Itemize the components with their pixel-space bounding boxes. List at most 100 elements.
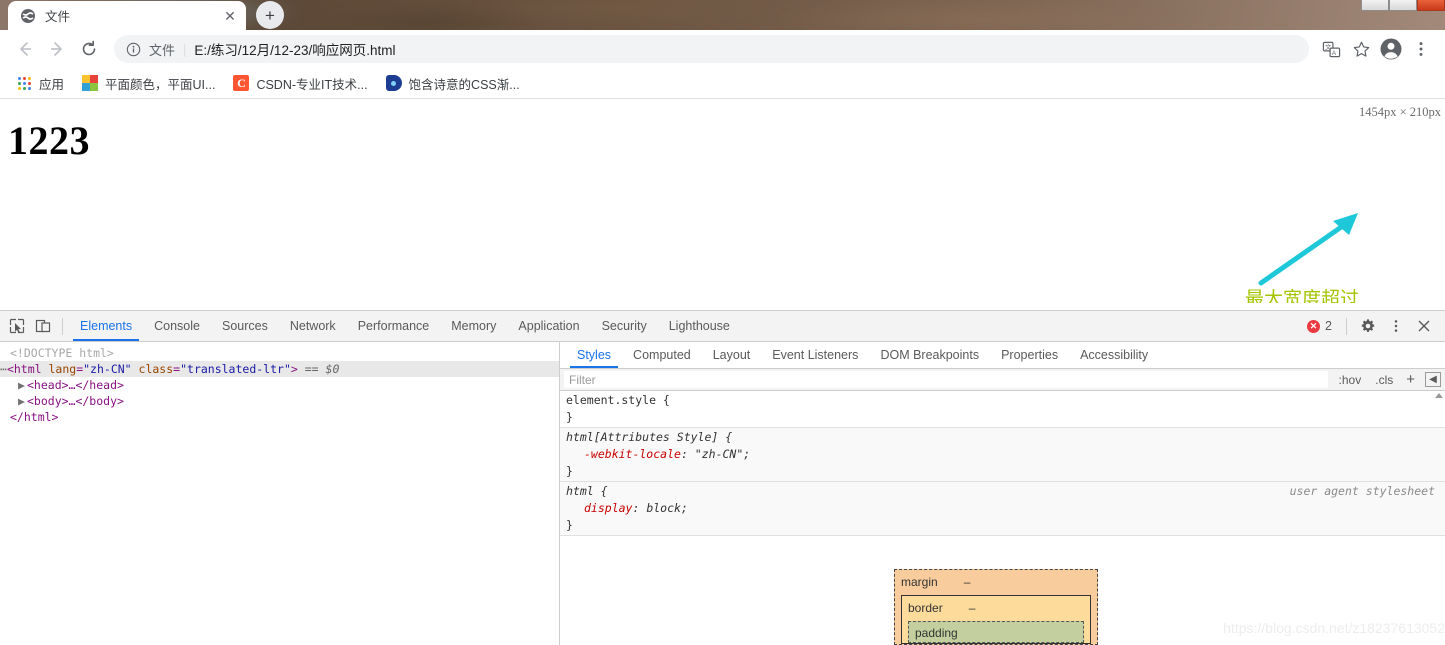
more-vertical-icon[interactable]	[1383, 313, 1409, 339]
declaration-value: block;	[646, 501, 688, 515]
browser-toolbar: 文件 | E:/练习/12月/12-23/响应网页.html 文 A	[0, 30, 1445, 68]
tab-styles[interactable]: Styles	[566, 342, 622, 368]
new-style-rule-button[interactable]: +	[1404, 372, 1417, 387]
dom-doctype-line: <!DOCTYPE html>	[0, 345, 559, 361]
tab-application[interactable]: Application	[507, 311, 590, 341]
tab-performance[interactable]: Performance	[347, 311, 441, 341]
bookmark-label: 饱含诗意的CSS渐...	[408, 77, 520, 92]
rule-close-brace: }	[566, 518, 573, 532]
bookmark-css-gradient[interactable]: 饱含诗意的CSS渐...	[378, 71, 528, 96]
dom-node-text: <head>…</head>	[27, 378, 124, 392]
annotation-arrow-icon	[1258, 213, 1358, 286]
tab-event-listeners[interactable]: Event Listeners	[761, 342, 869, 368]
page-viewport: 1223 1454px × 210px 最大宽度超过 1300px，不满足 上述…	[0, 99, 1445, 303]
inspect-element-icon[interactable]	[4, 313, 30, 339]
tab-sources[interactable]: Sources	[211, 311, 279, 341]
reload-button[interactable]	[74, 34, 104, 64]
styles-pane: Styles Computed Layout Event Listeners D…	[560, 342, 1445, 645]
close-window-button[interactable]	[1417, 0, 1445, 11]
tab-computed[interactable]: Computed	[622, 342, 702, 368]
bookmark-label: 平面颜色，平面UI...	[105, 77, 216, 92]
declaration[interactable]: display: block;	[566, 500, 1445, 517]
declaration-value: "zh-CN";	[694, 447, 751, 461]
device-toolbar-icon[interactable]	[30, 313, 56, 339]
tab-properties[interactable]: Properties	[990, 342, 1069, 368]
maximize-button[interactable]	[1389, 0, 1417, 11]
info-circle-icon[interactable]	[126, 42, 141, 57]
apps-grid-icon	[16, 75, 32, 91]
csdn-icon: C	[233, 75, 250, 91]
style-rule-attributes-style[interactable]: html[Attributes Style] { -webkit-locale:…	[560, 428, 1445, 482]
tab-dom-breakpoints[interactable]: DOM Breakpoints	[869, 342, 990, 368]
color-swatch-icon	[82, 75, 99, 91]
close-icon[interactable]: ✕	[222, 8, 238, 24]
margin-label: margin	[901, 575, 938, 589]
error-count: 2	[1325, 319, 1332, 333]
tab-accessibility[interactable]: Accessibility	[1069, 342, 1159, 368]
bookmark-label: 应用	[39, 77, 65, 92]
bookmark-flat-colors[interactable]: 平面颜色，平面UI...	[74, 71, 223, 96]
back-button[interactable]	[10, 34, 40, 64]
style-rule-html-ua[interactable]: html { user agent stylesheet display: bl…	[560, 482, 1445, 536]
declaration-property: -webkit-locale	[584, 447, 681, 461]
browser-tab[interactable]: 文件 ✕	[8, 1, 246, 30]
dom-node-body[interactable]: ▶ <body>…</body>	[0, 393, 559, 409]
border-label: border	[908, 601, 943, 615]
toolbar-divider	[1346, 317, 1347, 335]
chevron-right-icon[interactable]: ▶	[18, 377, 27, 393]
bookmark-star-icon[interactable]	[1347, 35, 1375, 63]
devtools-toolbar: Elements Console Sources Network Perform…	[0, 311, 1445, 342]
chevron-right-icon[interactable]: ▶	[18, 393, 27, 409]
error-count-badge[interactable]: ✕ 2	[1307, 319, 1332, 333]
rule-close-brace: }	[566, 410, 573, 424]
tab-strip: 文件 ✕ +	[0, 0, 1445, 30]
address-bar[interactable]: 文件 | E:/练习/12月/12-23/响应网页.html	[114, 35, 1309, 63]
box-model-margin[interactable]: margin – border – padding	[894, 569, 1098, 645]
translate-icon[interactable]: 文 A	[1317, 35, 1345, 63]
declaration[interactable]: -webkit-locale: "zh-CN";	[566, 446, 1445, 463]
margin-value[interactable]: –	[964, 574, 971, 591]
tab-layout[interactable]: Layout	[702, 342, 762, 368]
bookmark-csdn[interactable]: C CSDN-专业IT技术...	[225, 71, 375, 96]
tab-memory[interactable]: Memory	[440, 311, 507, 341]
box-model-padding[interactable]: padding	[908, 621, 1084, 643]
dom-selected-node[interactable]: ⋯<html lang="zh-CN" class="translated-lt…	[0, 361, 559, 377]
tab-console[interactable]: Console	[143, 311, 211, 341]
profile-avatar-icon[interactable]	[1377, 35, 1405, 63]
attr-class-value: "translated-ltr"	[180, 362, 291, 376]
tab-lighthouse[interactable]: Lighthouse	[658, 311, 741, 341]
minimize-button[interactable]	[1361, 0, 1389, 11]
scroll-up-icon[interactable]	[1435, 393, 1443, 398]
html-tag-open: <html	[6, 362, 49, 376]
doctype-text: <!DOCTYPE html>	[10, 346, 114, 360]
toggle-sidebar-icon[interactable]: ◀	[1425, 372, 1441, 387]
rule-close-brace: }	[566, 464, 573, 478]
dom-node-head[interactable]: ▶ <head>…</head>	[0, 377, 559, 393]
viewport-size-badge: 1454px × 210px	[1358, 105, 1441, 119]
bookmark-apps[interactable]: 应用	[8, 71, 72, 96]
devtools-toolbar-right: ✕ 2	[1307, 313, 1445, 339]
filter-input[interactable]	[564, 371, 1328, 388]
url-text: E:/练习/12月/12-23/响应网页.html	[194, 43, 396, 58]
new-tab-button[interactable]: +	[256, 1, 284, 29]
tab-security[interactable]: Security	[591, 311, 658, 341]
border-value[interactable]: –	[969, 600, 976, 617]
tab-network[interactable]: Network	[279, 311, 347, 341]
omnibox-separator: |	[183, 41, 187, 57]
devtools-panel: Elements Console Sources Network Perform…	[0, 310, 1445, 645]
style-rule-element-style[interactable]: element.style { }	[560, 391, 1445, 428]
cls-toggle[interactable]: .cls	[1372, 373, 1396, 387]
watermark-text: https://blog.csdn.net/z18237613052	[1223, 620, 1445, 636]
chrome-menu-icon[interactable]	[1407, 35, 1435, 63]
dom-tree-pane[interactable]: <!DOCTYPE html> ⋯<html lang="zh-CN" clas…	[0, 342, 560, 645]
dom-html-close: </html>	[0, 409, 559, 425]
settings-gear-icon[interactable]	[1355, 313, 1381, 339]
attr-lang-name: lang	[48, 362, 77, 376]
dom-node-text: </html>	[10, 410, 59, 424]
forward-button[interactable]	[42, 34, 72, 64]
selected-marker: == $0	[304, 362, 340, 376]
close-devtools-icon[interactable]	[1411, 313, 1437, 339]
hov-toggle[interactable]: :hov	[1336, 373, 1365, 387]
box-model-border[interactable]: border – padding	[901, 595, 1091, 644]
tab-elements[interactable]: Elements	[69, 311, 143, 341]
